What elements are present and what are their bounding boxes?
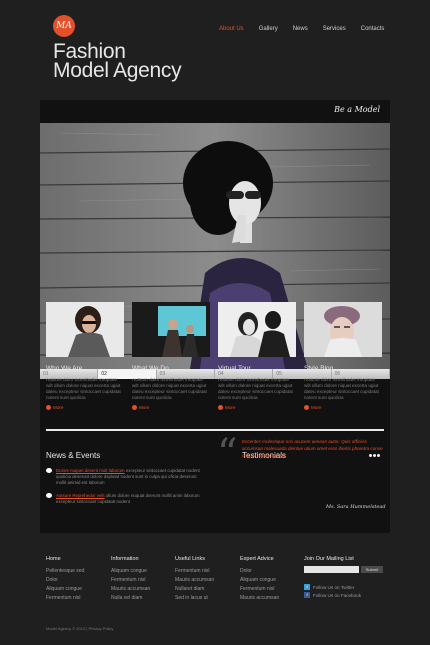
card-title: Style Blog <box>304 365 334 372</box>
card-who-we-are: Who We Are Autsure dolor morethoder imop… <box>46 302 124 410</box>
arrow-circle-icon <box>304 405 309 410</box>
twitter-link[interactable]: t Follow Us on Twitter <box>304 584 354 590</box>
card-thumbnail[interactable] <box>304 302 382 357</box>
card-style-blog: Style Blog Autsure dolor morethoder imop… <box>304 302 382 410</box>
footer-link[interactable]: Pellentesque sed <box>46 567 84 576</box>
news-heading: News & Events <box>46 451 101 460</box>
footer-col-expert-advice: Expert Advice Dolor Aliquam congue Ferme… <box>240 556 279 603</box>
email-field[interactable] <box>304 566 359 573</box>
card-virtual-tour: Virtual Tour Autsure dolor morethoder im… <box>218 302 296 410</box>
footer-col-title: Home <box>46 556 61 562</box>
footer-link[interactable]: Aliquam congue <box>46 585 84 594</box>
speech-bubble-icon <box>46 468 52 473</box>
footer-link[interactable]: Mauris accumsan <box>175 576 214 585</box>
site-title-line2: Model Agency <box>53 59 182 82</box>
twitter-icon: t <box>304 584 310 590</box>
footer-link[interactable]: Mauris accumsan <box>111 585 150 594</box>
footer-col-home: Home Pellentesque sed Dolor Aliquam cong… <box>46 556 84 603</box>
card-text: Autsure dolor morethoder imoptate wilt o… <box>46 377 121 400</box>
nav-news[interactable]: News <box>293 26 308 32</box>
news-link[interactable]: Dolore nuquet deserit molt laborum <box>56 468 125 473</box>
footer-col-information: Information Aliquam congue Fermentum nis… <box>111 556 150 603</box>
card-title: Who We Are <box>46 365 83 372</box>
footer-link[interactable]: Aliquam congue <box>111 567 150 576</box>
card-text: Autsure dolor morethoder imoptate wilt o… <box>218 377 293 400</box>
more-link[interactable]: More <box>46 405 124 410</box>
card-thumbnail[interactable] <box>218 302 296 357</box>
card-title: Virtual Tour <box>218 365 251 372</box>
logo-badge[interactable]: MA <box>53 15 75 37</box>
footer-link[interactable]: Fermentum nisl <box>240 585 279 594</box>
facebook-icon: f <box>304 592 310 598</box>
testimonial-author: Ms. Sara Hummelstead <box>326 504 386 510</box>
nav-contacts[interactable]: Contacts <box>361 26 385 32</box>
arrow-circle-icon <box>132 405 137 410</box>
quote-icon: “ <box>217 431 238 477</box>
social-label: Follow Us on Facebook <box>313 592 362 598</box>
social-label: Follow Us on Twitter <box>313 584 355 590</box>
card-thumbnail[interactable] <box>46 302 124 357</box>
submit-button[interactable]: Submit <box>361 566 383 573</box>
footer-link[interactable]: Aliquam congue <box>240 576 279 585</box>
more-label: More <box>53 405 64 410</box>
footer-link[interactable]: Mauris accumsan <box>240 594 279 603</box>
footer-link[interactable]: Fermentum nisl <box>111 576 150 585</box>
news-item: Dolore nuquet deserit molt laborum excep… <box>46 468 206 486</box>
footer-link[interactable]: Nullaret diam <box>175 585 214 594</box>
arrow-circle-icon <box>46 405 51 410</box>
more-label: More <box>139 405 150 410</box>
more-link[interactable]: More <box>132 405 210 410</box>
nav-gallery[interactable]: Gallery <box>259 26 278 32</box>
nav-about-us[interactable]: About Us <box>219 26 244 32</box>
footer-link[interactable]: Fermentum nisl <box>46 594 84 603</box>
more-link[interactable]: More <box>218 405 296 410</box>
card-thumbnail[interactable] <box>132 302 210 357</box>
footer-col-title: Information <box>111 556 139 562</box>
card-what-we-do: What We Do Autsure dolor morethoder imop… <box>132 302 210 410</box>
footer-link[interactable]: Nulla vel diam <box>111 594 150 603</box>
footer-link[interactable]: Dolor <box>46 576 84 585</box>
logo-initials: MA <box>56 21 72 31</box>
card-text: Autsure dolor morethoder imoptate wilt o… <box>132 377 207 400</box>
more-label: More <box>311 405 322 410</box>
card-text: Autsure dolor morethoder imoptate wilt o… <box>304 377 379 400</box>
more-label: More <box>225 405 236 410</box>
speech-bubble-icon <box>46 493 52 498</box>
nav-services[interactable]: Services <box>323 26 346 32</box>
footer-link[interactable]: Sed in lacus ut <box>175 594 214 603</box>
news-link[interactable]: Autsure Reprehedor velit <box>56 493 105 498</box>
main-panel: Be a Model 01 02 03 04 05 06 Who We Are … <box>40 100 390 533</box>
facebook-link[interactable]: f Follow Us on Facebook <box>304 592 361 598</box>
copyright-text[interactable]: Model Agency © 2012 | Privacy Policy <box>46 626 113 631</box>
footer-link[interactable]: Dolor <box>240 567 279 576</box>
news-item: Autsure Reprehedor velit ollum dolore nu… <box>46 493 206 505</box>
footer-col-title: Expert Advice <box>240 556 274 562</box>
footer-link[interactable]: Fermentum nisl <box>175 567 214 576</box>
footer-col-useful-links: Useful Links Fermentum nisl Mauris accum… <box>175 556 214 603</box>
arrow-circle-icon <box>218 405 223 410</box>
main-nav: About Us Gallery News Services Contacts <box>219 26 399 32</box>
section-divider <box>46 429 384 431</box>
footer-col-title: Useful Links <box>175 556 205 562</box>
mailing-list-title: Join Our Mailing List <box>304 556 354 562</box>
more-link[interactable]: More <box>304 405 382 410</box>
card-title: What We Do <box>132 365 169 372</box>
site-title[interactable]: Fashion Model Agency <box>53 41 182 82</box>
testimonial-text: Eccerites molestique orci acusem aenean … <box>242 439 383 458</box>
slider-caption: Be a Model <box>334 105 380 114</box>
